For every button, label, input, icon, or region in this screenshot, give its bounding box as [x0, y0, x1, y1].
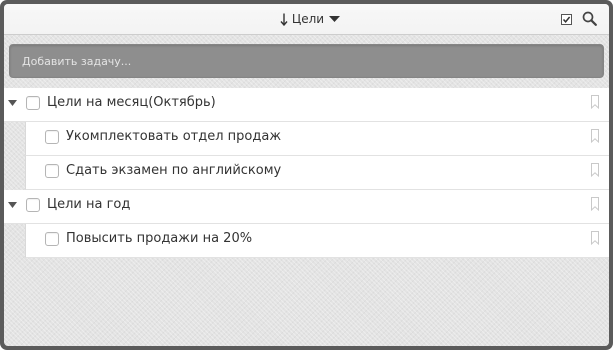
- task-row[interactable]: Укомплектовать отдел продаж: [25, 122, 609, 156]
- list-title[interactable]: Цели: [292, 12, 324, 26]
- header-bar: Цели: [4, 4, 609, 35]
- task-row[interactable]: Повысить продажи на 20%: [25, 224, 609, 258]
- group-label: Цели на год: [47, 197, 131, 212]
- list-selector-dropdown[interactable]: Цели: [280, 7, 341, 31]
- triangle-down-icon[interactable]: [8, 202, 17, 208]
- task-row[interactable]: Сдать экзамен по английскому: [25, 156, 609, 190]
- app-window: Цели Добавить задачу... Цели на месяц(Ок…: [0, 0, 613, 350]
- bookmark-icon[interactable]: [590, 197, 600, 211]
- group-checkbox[interactable]: [26, 198, 40, 212]
- task-label: Повысить продажи на 20%: [66, 231, 253, 246]
- group-checkbox[interactable]: [26, 96, 40, 110]
- group-label: Цели на месяц(Октябрь): [47, 95, 216, 110]
- add-task-input[interactable]: [10, 45, 603, 77]
- add-task-bar: [9, 44, 604, 78]
- task-list: Цели на месяц(Октябрь) Укомплектовать от…: [4, 88, 609, 258]
- search-icon[interactable]: [582, 11, 597, 26]
- group-row[interactable]: Цели на месяц(Октябрь): [4, 88, 609, 122]
- task-checkbox[interactable]: [45, 232, 59, 246]
- sort-arrow-down-icon[interactable]: [280, 13, 288, 26]
- caret-down-icon[interactable]: [329, 16, 341, 22]
- task-label: Сдать экзамен по английскому: [66, 163, 282, 178]
- app-panel: Цели Добавить задачу... Цели на месяц(Ок…: [4, 4, 609, 346]
- task-label: Укомплектовать отдел продаж: [66, 129, 282, 144]
- bookmark-icon[interactable]: [590, 163, 600, 177]
- bookmark-icon[interactable]: [590, 95, 600, 109]
- bookmark-icon[interactable]: [590, 231, 600, 245]
- bookmark-icon[interactable]: [590, 129, 600, 143]
- checkbox-icon[interactable]: [561, 14, 572, 25]
- task-checkbox[interactable]: [45, 164, 59, 178]
- triangle-down-icon[interactable]: [8, 100, 17, 106]
- task-checkbox[interactable]: [45, 130, 59, 144]
- group-row[interactable]: Цели на год: [4, 190, 609, 224]
